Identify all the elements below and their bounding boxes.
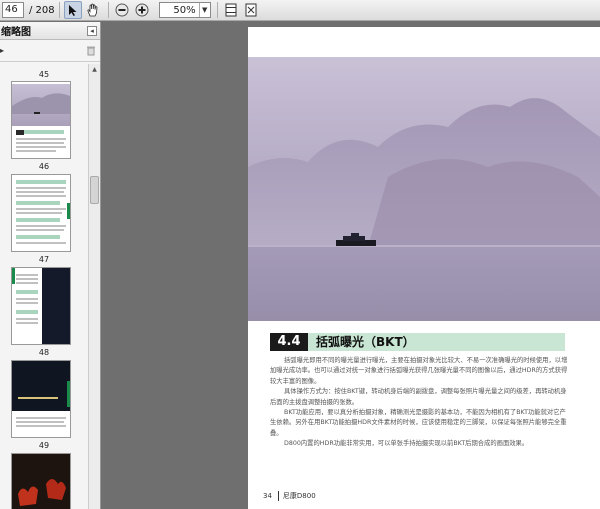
page-body-text: 括弧曝光即用不同的曝光量进行曝光，主要在拍摄对象光比较大、不易一次准确曝光的时候… (270, 356, 570, 450)
thumb-mark (16, 180, 66, 184)
zoom-value: 50% (173, 4, 196, 16)
thumb-mark (12, 268, 15, 284)
thumb-line (16, 421, 64, 423)
page-number: 34 (263, 492, 272, 500)
thumb-line (16, 274, 38, 276)
thumb-mark (67, 381, 70, 407)
thumb-line (16, 302, 38, 304)
thumb-line (16, 187, 66, 189)
thumb-mark (67, 203, 70, 219)
paragraph: 括弧曝光即用不同的曝光量进行曝光，主要在拍摄对象光比较大、不易一次准确曝光的时候… (270, 357, 568, 385)
thumbnail-panel: 缩略图 ◂ ▸ 45 46 47 48 49 ▲ (0, 22, 101, 509)
thumb-mark (16, 310, 38, 314)
chevron-down-icon[interactable]: ▼ (198, 3, 210, 17)
thumbnail-panel-title: 缩略图 (1, 27, 31, 38)
hand-tool-icon[interactable] (84, 1, 102, 19)
document-viewer[interactable]: 4.4 括弧曝光（BKT） 括弧曝光即用不同的曝光量进行曝光，主要在拍摄对象光比… (101, 22, 600, 509)
thumb-mark (16, 130, 24, 135)
page-number-input[interactable]: 46 (2, 2, 24, 18)
page-footer: 34 尼康D800 (263, 491, 316, 501)
thumbnail-panel-tools: ▸ (0, 40, 100, 62)
thumb-mark (16, 218, 60, 222)
footer-title: 尼康D800 (282, 492, 316, 500)
delete-icon[interactable] (86, 45, 96, 56)
thumb-line (16, 138, 66, 140)
thumb-line (16, 242, 66, 244)
thumbnail-label: 49 (38, 441, 50, 450)
thumb-line (16, 225, 66, 227)
thumb-mark (24, 130, 64, 134)
paragraph: BKT功能应用，要以真分析拍摄对象，精确测光是摄影的基本功，不能因为相机有了BK… (270, 409, 567, 437)
zoom-in-icon[interactable] (133, 1, 151, 19)
thumbnail-page-48[interactable] (12, 268, 70, 344)
toolbar-separator (107, 2, 109, 18)
options-icon[interactable]: ▸ (0, 46, 4, 55)
select-tool-icon[interactable] (63, 1, 82, 19)
thumbnail-label: 47 (38, 255, 50, 264)
thumbnail-page-50[interactable] (12, 454, 70, 509)
thumb-line (16, 298, 38, 300)
paragraph: D800内置的HDR功能非常实用，可以单张手持拍摄实现以前BKT后期合成的画面效… (284, 440, 529, 448)
thumb-line (16, 146, 66, 148)
thumb-mark (18, 397, 58, 399)
thumb-line (16, 425, 66, 427)
toolbar-separator (58, 2, 60, 18)
thumbnail-page-46[interactable] (12, 82, 70, 158)
thumbnail-list: 45 46 47 48 49 (0, 64, 88, 509)
thumb-line (16, 229, 64, 231)
toolbar: 46 / 208 50% ▼ (0, 0, 600, 21)
page-total-label: / 208 (29, 4, 55, 16)
thumbnail-label: 46 (38, 162, 50, 171)
thumb-line (16, 282, 38, 284)
thumb-line (16, 195, 66, 197)
thumb-photo (42, 268, 70, 344)
thumbnail-panel-header: 缩略图 ◂ (0, 22, 100, 40)
page-photo (248, 57, 600, 321)
thumb-mark (16, 290, 38, 294)
zoom-select[interactable]: 50% ▼ (158, 2, 211, 18)
thumbnail-page-49[interactable] (12, 361, 70, 437)
close-panel-icon[interactable]: ◂ (87, 25, 97, 36)
footer-divider (277, 491, 279, 501)
section-title: 括弧曝光（BKT） (308, 333, 565, 351)
thumb-mark (16, 201, 60, 205)
thumb-line (16, 278, 38, 280)
thumb-line (16, 322, 38, 324)
thumb-photo (12, 361, 70, 411)
fit-page-icon[interactable] (222, 1, 240, 19)
thumb-line (16, 212, 62, 214)
thumb-line (16, 318, 38, 320)
thumb-line (16, 191, 64, 193)
thumb-line (16, 417, 66, 419)
thumb-line (16, 208, 66, 210)
paragraph: 具体操作方式为：按住BKT键，转动机身后端的副拨盘，调整每张照片曝光量之间的级差… (270, 388, 567, 406)
thumbnail-label: 45 (38, 70, 50, 79)
fit-width-icon[interactable] (242, 1, 260, 19)
section-number: 4.4 (270, 333, 308, 351)
thumb-line (16, 142, 64, 144)
scrollbar-thumb[interactable] (90, 176, 99, 204)
section-heading: 4.4 括弧曝光（BKT） (270, 333, 565, 351)
thumbnail-label: 48 (38, 348, 50, 357)
scroll-up-icon[interactable]: ▲ (89, 64, 100, 75)
thumbnail-scrollbar[interactable]: ▲ (88, 64, 100, 509)
zoom-out-icon[interactable] (113, 1, 131, 19)
thumb-mark (16, 235, 60, 239)
toolbar-separator (216, 2, 218, 18)
thumbnail-page-47[interactable] (12, 175, 70, 251)
thumb-line (16, 150, 56, 152)
document-page: 4.4 括弧曝光（BKT） 括弧曝光即用不同的曝光量进行曝光，主要在拍摄对象光比… (248, 27, 600, 509)
